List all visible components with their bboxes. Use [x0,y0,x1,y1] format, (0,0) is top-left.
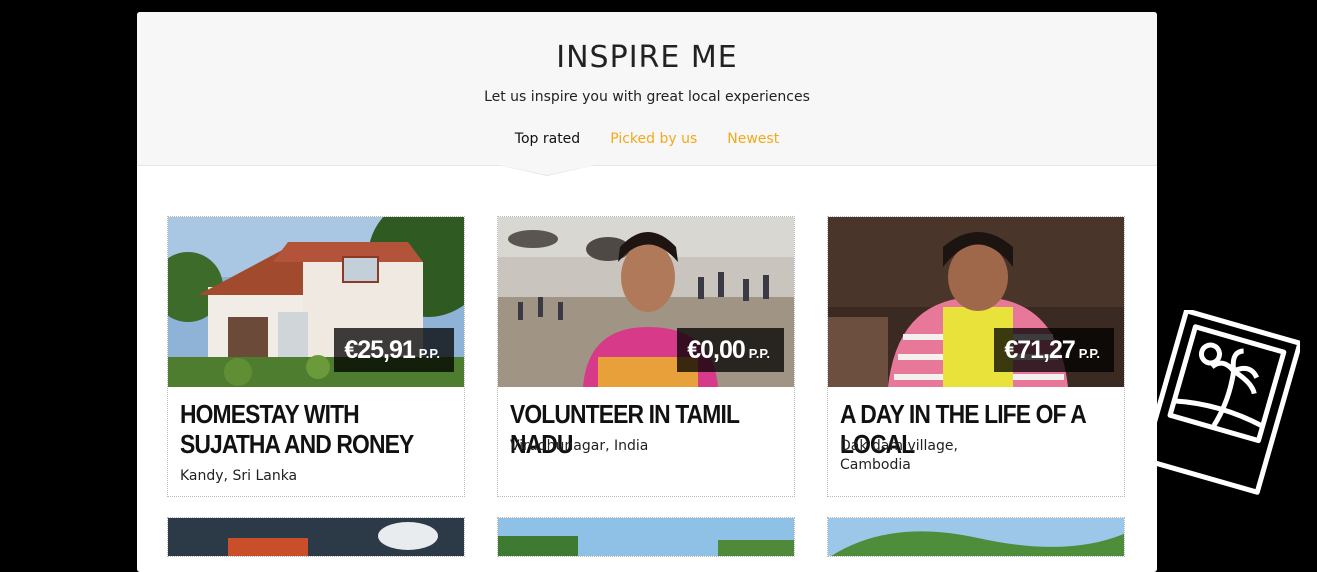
tab-top-rated[interactable]: Top rated [515,131,580,147]
card-image-local-woman[interactable]: €71,27 P.P. [828,217,1124,387]
experience-card-row2-3[interactable] [827,517,1125,557]
experience-card-row2-2[interactable] [497,517,795,557]
price-value: €71,27 [1004,336,1075,364]
experience-card-homestay[interactable]: €25,91 P.P. HOMESTAY WITH SUJATHA AND RON… [167,216,465,497]
card-image-woman-beach[interactable]: €0,00 P.P. [498,217,794,387]
inspire-header: INSPIRE ME Let us inspire you with great… [137,12,1157,166]
card-location: Virudhunagar, India [510,438,649,454]
polaroid-palm-icon [1141,308,1303,504]
tab-newest[interactable]: Newest [727,131,779,147]
page-title: INSPIRE ME [556,40,738,75]
active-tab-pointer [499,165,595,175]
price-unit: P.P. [748,346,770,361]
experience-card-row2-1[interactable] [167,517,465,557]
price-unit: P.P. [418,346,440,361]
card-image-house[interactable]: €25,91 P.P. [168,217,464,387]
card-location: Kandy, Sri Lanka [180,468,298,484]
price-value: €0,00 [687,336,746,364]
price-value: €25,91 [344,336,415,364]
price-badge: €71,27 P.P. [994,328,1114,372]
page-subtitle: Let us inspire you with great local expe… [484,89,810,105]
price-badge: €25,91 P.P. [334,328,454,372]
card-location: Dak dam village, Cambodia [840,438,958,473]
price-unit: P.P. [1078,346,1100,361]
card-title[interactable]: HOMESTAY WITH SUJATHA AND RONEY [180,399,444,459]
tab-bar: Top rated Picked by us Newest [137,131,1157,147]
tab-picked-by-us[interactable]: Picked by us [610,131,697,147]
inspire-panel: INSPIRE ME Let us inspire you with great… [137,12,1157,572]
experience-card-volunteer[interactable]: €0,00 P.P. VOLUNTEER IN TAMIL NADU Virudh… [497,216,795,497]
price-badge: €0,00 P.P. [677,328,784,372]
experience-card-day-in-life[interactable]: €71,27 P.P. A DAY IN THE LIFE OF A LOCAL … [827,216,1125,497]
